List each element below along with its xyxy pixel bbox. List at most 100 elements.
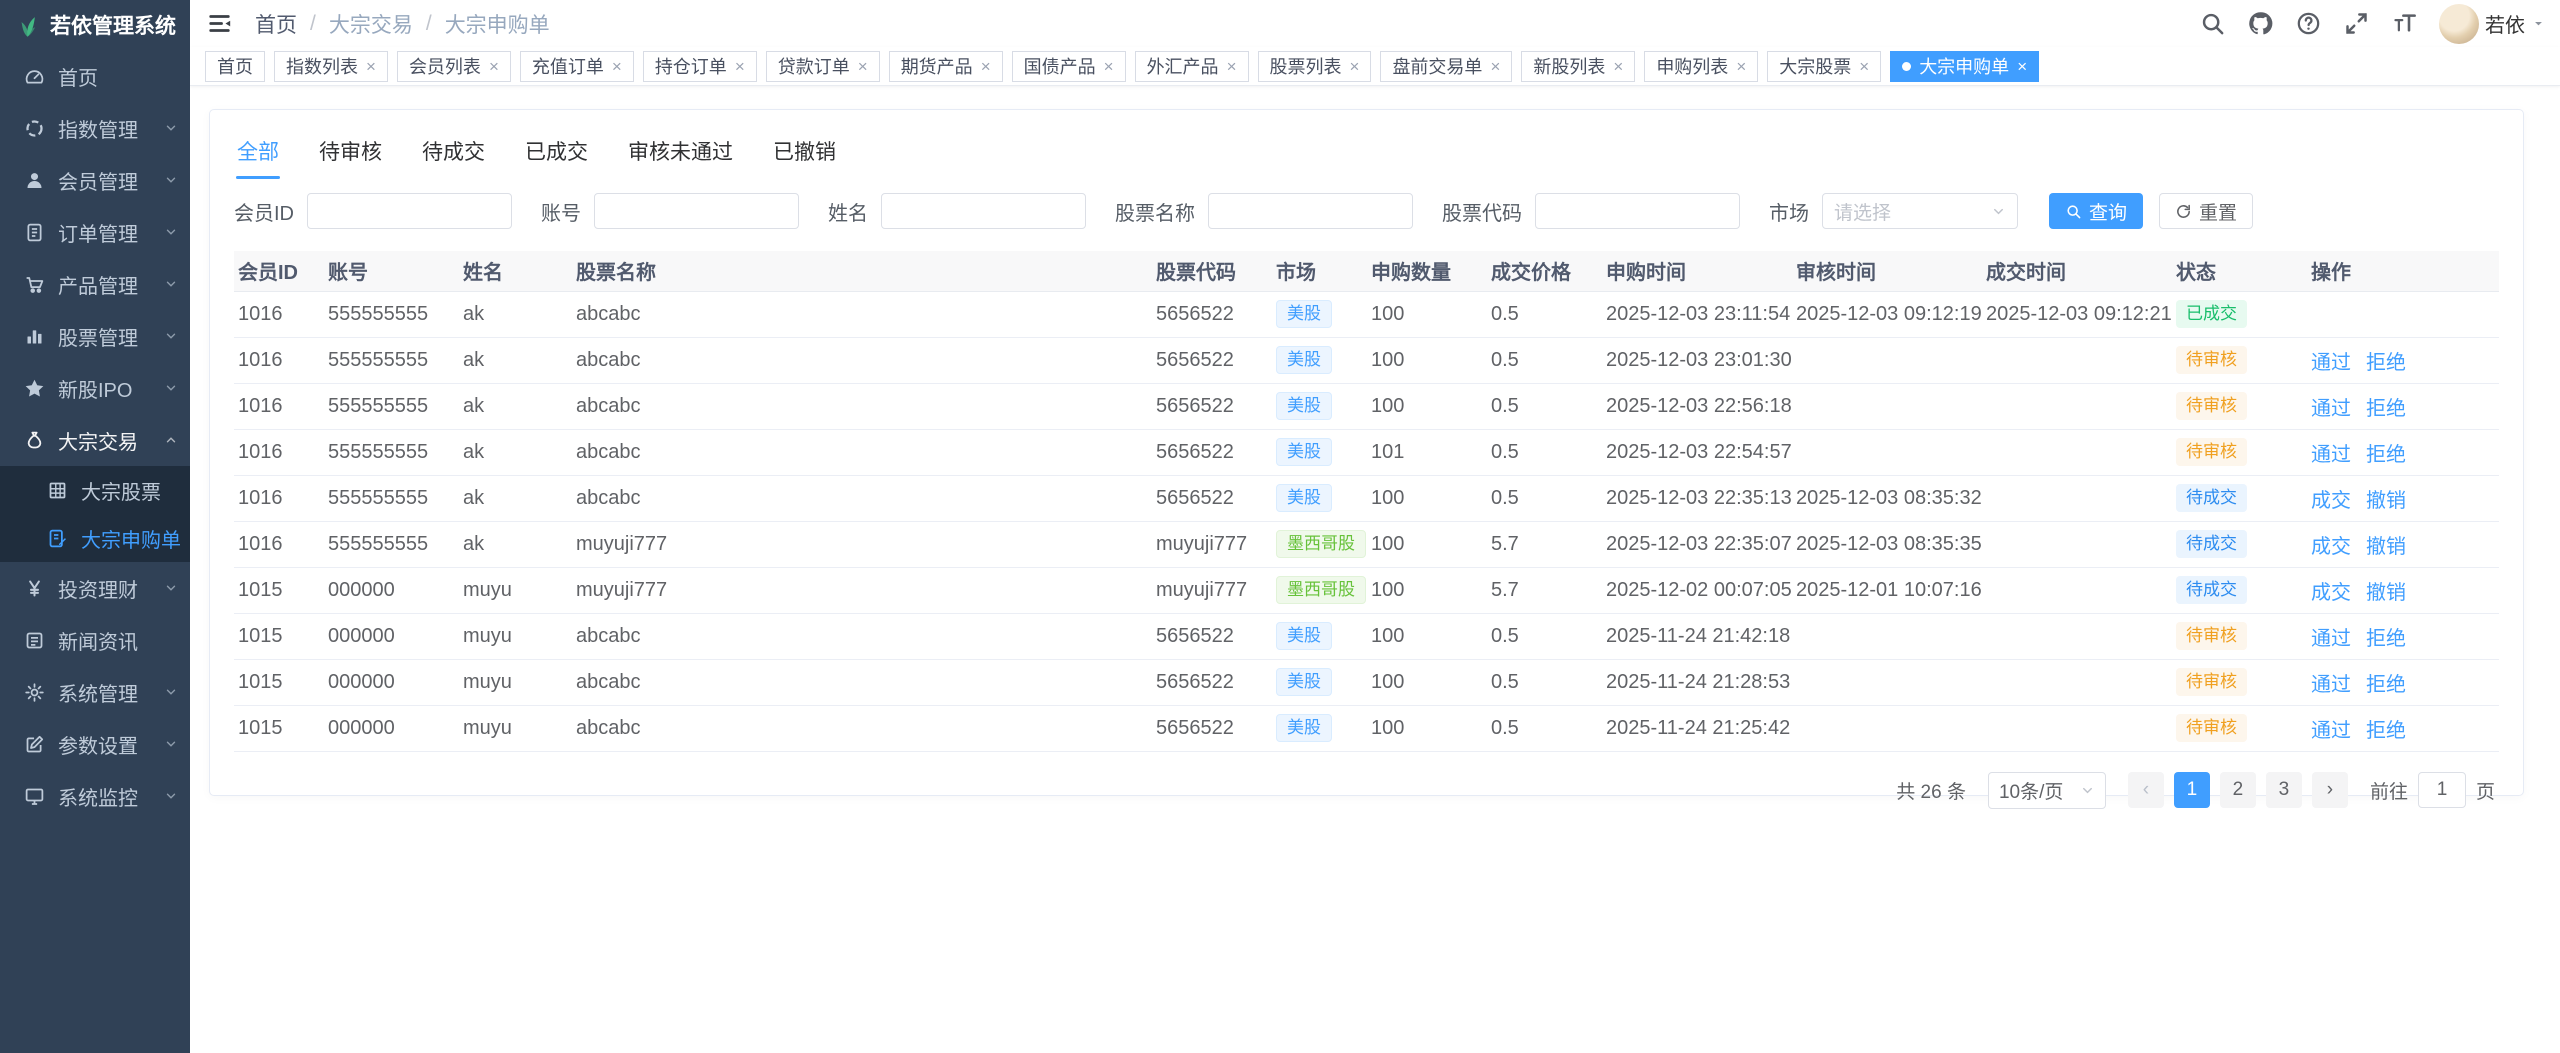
tag-subscription-list[interactable]: 申购列表×	[1644, 51, 1758, 82]
action-approve-link[interactable]: 通过	[2311, 628, 2351, 650]
action-deal-link[interactable]: 成交	[2311, 490, 2351, 512]
sidebar-item-investment[interactable]: 投资理财	[0, 562, 190, 614]
search-icon[interactable]	[2199, 10, 2226, 37]
tab-pending-review[interactable]: 待审核	[318, 126, 383, 179]
close-icon[interactable]: ×	[1613, 58, 1623, 75]
page-size-select[interactable]: 10条/页	[1988, 772, 2106, 809]
action-reject-link[interactable]: 拒绝	[2366, 674, 2406, 696]
sidebar-item-news[interactable]: 新闻资讯	[0, 614, 190, 666]
help-icon[interactable]	[2295, 10, 2322, 37]
action-approve-link[interactable]: 通过	[2311, 720, 2351, 742]
price-cell: 0.5	[1487, 337, 1602, 383]
tag-recharge-orders[interactable]: 充值订单×	[520, 51, 634, 82]
tag-stock-list[interactable]: 股票列表×	[1258, 51, 1372, 82]
close-icon[interactable]: ×	[858, 58, 868, 75]
tag-premarket-orders[interactable]: 盘前交易单×	[1380, 51, 1512, 82]
action-reject-link[interactable]: 拒绝	[2366, 444, 2406, 466]
goto-page-input[interactable]	[2418, 772, 2466, 808]
user-menu[interactable]: 若依	[2439, 4, 2546, 44]
action-approve-link[interactable]: 通过	[2311, 352, 2351, 374]
close-icon[interactable]: ×	[489, 58, 499, 75]
avatar[interactable]	[2439, 4, 2479, 44]
sidebar-item-system-monitor[interactable]: 系统监控	[0, 770, 190, 822]
action-cancel-link[interactable]: 撤销	[2366, 490, 2406, 512]
tag-forex-products[interactable]: 外汇产品×	[1135, 51, 1249, 82]
sidebar-item-stock-management[interactable]: 股票管理	[0, 310, 190, 362]
stock-code-input[interactable]	[1535, 193, 1740, 229]
sidebar-item-index-management[interactable]: 指数管理	[0, 102, 190, 154]
action-cancel-link[interactable]: 撤销	[2366, 536, 2406, 558]
tag-futures-products[interactable]: 期货产品×	[889, 51, 1003, 82]
tag-new-stock-list[interactable]: 新股列表×	[1521, 51, 1635, 82]
sidebar-item-order-management[interactable]: 订单管理	[0, 206, 190, 258]
tag-index-list[interactable]: 指数列表×	[274, 51, 388, 82]
account-input[interactable]	[594, 193, 799, 229]
action-approve-link[interactable]: 通过	[2311, 674, 2351, 696]
action-reject-link[interactable]: 拒绝	[2366, 398, 2406, 420]
tag-block-subscription[interactable]: 大宗申购单×	[1890, 51, 2039, 82]
page-button-2[interactable]: 2	[2220, 772, 2256, 808]
status-badge: 待审核	[2176, 438, 2247, 467]
action-reject-link[interactable]: 拒绝	[2366, 720, 2406, 742]
close-icon[interactable]: ×	[612, 58, 622, 75]
tag-bond-products[interactable]: 国债产品×	[1012, 51, 1126, 82]
tag-position-orders[interactable]: 持仓订单×	[643, 51, 757, 82]
page-button-3[interactable]: 3	[2266, 772, 2302, 808]
stock-name-cell: abcabc	[572, 337, 1152, 383]
close-icon[interactable]: ×	[735, 58, 745, 75]
tab-pending-deal[interactable]: 待成交	[421, 126, 486, 179]
tab-cancelled[interactable]: 已撤销	[772, 126, 837, 179]
tab-completed[interactable]: 已成交	[524, 126, 589, 179]
sidebar-item-block-subscription[interactable]: 大宗申购单	[0, 514, 190, 562]
sidebar-item-block-stock[interactable]: 大宗股票	[0, 466, 190, 514]
sidebar-item-member-management[interactable]: 会员管理	[0, 154, 190, 206]
close-icon[interactable]: ×	[1104, 58, 1114, 75]
market-select[interactable]: 请选择	[1822, 193, 2018, 229]
fullscreen-icon[interactable]	[2343, 10, 2370, 37]
action-approve-link[interactable]: 通过	[2311, 398, 2351, 420]
page-button-1[interactable]: 1	[2174, 772, 2210, 808]
market-cell: 美股	[1272, 613, 1367, 659]
close-icon[interactable]: ×	[2017, 58, 2027, 75]
font-size-icon[interactable]	[2391, 10, 2418, 37]
action-approve-link[interactable]: 通过	[2311, 444, 2351, 466]
sidebar-item-new-stock-ipo[interactable]: 新股IPO	[0, 362, 190, 414]
github-icon[interactable]	[2247, 10, 2274, 37]
action-deal-link[interactable]: 成交	[2311, 536, 2351, 558]
close-icon[interactable]: ×	[981, 58, 991, 75]
reset-button[interactable]: 重置	[2159, 193, 2253, 229]
action-deal-link[interactable]: 成交	[2311, 582, 2351, 604]
sidebar-toggle-icon[interactable]	[206, 10, 233, 37]
breadcrumb-item-0[interactable]: 首页	[255, 9, 297, 39]
close-icon[interactable]: ×	[366, 58, 376, 75]
close-icon[interactable]: ×	[1859, 58, 1869, 75]
chevron-down-icon	[164, 581, 178, 595]
sidebar-item-parameter-settings[interactable]: 参数设置	[0, 718, 190, 770]
name-input[interactable]	[881, 193, 1086, 229]
action-cancel-link[interactable]: 撤销	[2366, 582, 2406, 604]
breadcrumb-item-1[interactable]: 大宗交易	[329, 9, 413, 39]
close-icon[interactable]: ×	[1736, 58, 1746, 75]
sidebar-item-block-trade[interactable]: 大宗交易	[0, 414, 190, 466]
search-button[interactable]: 查询	[2049, 193, 2143, 229]
tag-loan-orders[interactable]: 贷款订单×	[766, 51, 880, 82]
prev-page-button[interactable]: ‹	[2128, 772, 2164, 808]
next-page-button[interactable]: ›	[2312, 772, 2348, 808]
close-icon[interactable]: ×	[1227, 58, 1237, 75]
close-icon[interactable]: ×	[1350, 58, 1360, 75]
sidebar-item-system-management[interactable]: 系统管理	[0, 666, 190, 718]
action-reject-link[interactable]: 拒绝	[2366, 352, 2406, 374]
member-id-input[interactable]	[307, 193, 512, 229]
stock-name-input[interactable]	[1208, 193, 1413, 229]
sidebar-item-product-management[interactable]: 产品管理	[0, 258, 190, 310]
tag-member-list[interactable]: 会员列表×	[397, 51, 511, 82]
quantity-cell: 100	[1367, 337, 1487, 383]
tag-block-stock[interactable]: 大宗股票×	[1767, 51, 1881, 82]
sidebar-item-home[interactable]: 首页	[0, 50, 190, 102]
close-icon[interactable]: ×	[1490, 58, 1500, 75]
tab-review-rejected[interactable]: 审核未通过	[627, 126, 734, 179]
filter-member-id: 会员ID	[234, 193, 512, 229]
tag-home[interactable]: 首页	[205, 51, 265, 82]
tab-all[interactable]: 全部	[236, 126, 280, 179]
action-reject-link[interactable]: 拒绝	[2366, 628, 2406, 650]
